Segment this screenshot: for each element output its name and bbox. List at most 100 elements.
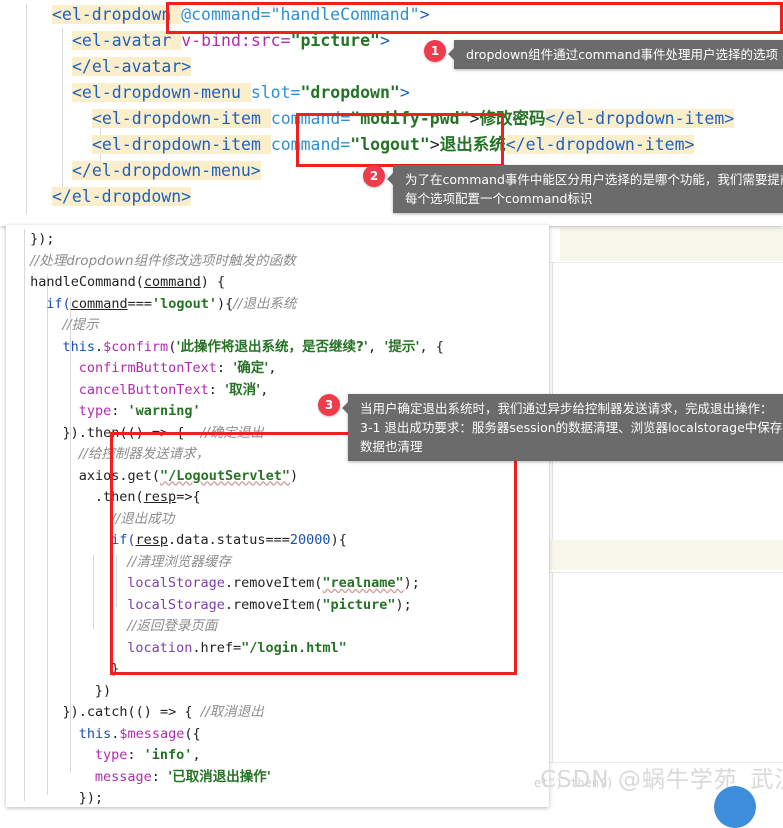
code-token: }); xyxy=(30,231,55,247)
code-token: //提示 xyxy=(62,317,99,333)
code-line: //返回登录页面 xyxy=(6,616,549,638)
code-token: //给控制器发送请求， xyxy=(78,446,210,462)
code-token: '已取消退出操作' xyxy=(168,768,271,785)
code-token: , xyxy=(192,747,201,763)
code-line: }).catch(() => { //取消退出 xyxy=(6,702,549,724)
code-token: message xyxy=(94,768,152,785)
code-token: .href= xyxy=(192,639,242,656)
code-token: location xyxy=(127,639,193,656)
code-line: message: '已取消退出操作' xyxy=(6,767,549,789)
code-token: : xyxy=(216,360,234,376)
code-token: ({ xyxy=(184,725,201,742)
code-token: : xyxy=(111,403,128,419)
code-line: .then(resp=>{ xyxy=(6,487,549,509)
code-token: > xyxy=(429,135,440,154)
code-token: <el-dropdown-menu xyxy=(72,83,251,102)
code-token: </el-dropdown> xyxy=(52,187,192,206)
code-token: $confirm xyxy=(103,338,169,355)
background-band xyxy=(560,228,783,261)
js-code-lines: }); //处理dropdown组件修改选项时触发的函数 handleCommand… xyxy=(6,229,549,807)
code-line: this.$message({ xyxy=(6,724,549,746)
code-token: > xyxy=(379,31,390,50)
code-token: //返回登录页面 xyxy=(127,618,218,634)
code-token: //退出成功 xyxy=(111,510,175,527)
code-token: "/LogoutServlet" xyxy=(159,467,291,484)
code-line: handleCommand(command) { xyxy=(6,272,549,294)
code-token: //退出系统 xyxy=(233,295,297,312)
code-token: .removeItem( xyxy=(224,575,323,591)
code-token: "/login.html" xyxy=(241,639,347,656)
code-token: 'info' xyxy=(143,747,193,763)
code-line: <el-dropdown-item command="modify-pwd">修… xyxy=(0,106,783,132)
callout-3: 3 当用户确定退出系统时，我们通过异步给控制器发送请求，完成退出操作： 3-1 退出… xyxy=(318,394,783,461)
code-token: command xyxy=(143,274,201,290)
code-line: //退出成功 xyxy=(6,509,549,531)
code-token: "realname" xyxy=(322,575,404,591)
code-token: , xyxy=(367,338,385,355)
code-token: cancelButtonText xyxy=(78,381,209,398)
avatar-circle xyxy=(714,786,756,828)
code-line: if(command==='logout'){//退出系统 xyxy=(6,294,549,316)
code-token: }) xyxy=(94,682,112,699)
code-token: ){ xyxy=(217,295,234,312)
code-token: > xyxy=(399,83,410,102)
callout-line: dropdown组件通过command事件处理用户选择的选项 xyxy=(466,47,779,62)
code-token: 'logout' xyxy=(151,295,218,312)
code-token: command= xyxy=(270,109,351,128)
code-token: </el-avatar> xyxy=(72,57,192,76)
code-token: confirmButtonText xyxy=(78,360,217,376)
code-token: 20000 xyxy=(289,532,331,548)
callout-1: 1 dropdown组件通过command事件处理用户选择的选项 xyxy=(424,40,783,69)
code-line: }) xyxy=(6,681,549,703)
callout-bubble-2: 为了在command事件中能区分用户选择的是哪个功能，我们需要提前给每个选项配置… xyxy=(387,165,783,213)
code-token: @command="handleCommand" xyxy=(181,5,420,24)
code-token: command xyxy=(70,295,128,312)
code-token: : xyxy=(127,747,144,763)
code-token: > xyxy=(419,5,430,24)
code-token: .get( xyxy=(119,467,160,484)
code-token: '确定' xyxy=(233,360,269,376)
code-token: 退出系统 xyxy=(439,135,506,154)
code-line: localStorage.removeItem("realname"); xyxy=(6,573,549,595)
code-token: ) xyxy=(290,467,299,484)
background-vline xyxy=(552,572,553,762)
code-token: </el-dropdown-menu> xyxy=(72,161,261,180)
code-line: }); xyxy=(6,788,549,807)
code-token: //清理浏览器缓存 xyxy=(127,553,231,570)
code-token: 'warning' xyxy=(127,403,201,419)
code-token: //处理dropdown组件修改选项时触发的函数 xyxy=(30,252,296,269)
background-band xyxy=(548,540,783,570)
code-token: .then( xyxy=(94,489,144,505)
code-token: <el-dropdown-item xyxy=(92,109,271,128)
code-token: .removeItem( xyxy=(224,596,323,613)
code-token: } xyxy=(111,661,120,677)
code-line: //处理dropdown组件修改选项时触发的函数 xyxy=(6,251,549,273)
code-token: , xyxy=(268,360,277,376)
code-line: <el-dropdown-item command="logout">退出系统<… xyxy=(0,132,783,158)
code-token: type xyxy=(94,747,128,763)
code-line: this.$confirm('此操作将退出系统，是否继续?', '提示', { xyxy=(6,337,549,359)
code-token: if( xyxy=(46,295,71,312)
code-token: localStorage xyxy=(127,596,225,613)
code-token: : xyxy=(151,768,169,785)
code-line: } xyxy=(6,659,549,681)
code-token: ) { xyxy=(200,274,226,290)
callout-line: 3-1 退出成功要求：服务器session的数据清理、浏览器localstora… xyxy=(360,420,783,454)
code-token: localStorage xyxy=(127,575,225,591)
code-token: ){ xyxy=(330,532,347,548)
callout-badge-1: 1 xyxy=(424,40,446,62)
code-token: $message xyxy=(119,725,185,742)
code-line: <el-dropdown @command="handleCommand"> xyxy=(0,2,783,28)
code-token: . xyxy=(95,338,104,355)
code-token: </el-dropdown-item> xyxy=(545,109,735,128)
code-token: if( xyxy=(111,532,136,548)
code-token: '取消' xyxy=(225,381,261,398)
code-token: .data.status=== xyxy=(168,532,290,548)
js-code-panel: }); //处理dropdown组件修改选项时触发的函数 handleCommand… xyxy=(6,225,549,807)
code-line: }); xyxy=(6,229,549,251)
code-token: "picture" xyxy=(290,31,380,50)
background-rule xyxy=(548,262,783,263)
callout-badge-3: 3 xyxy=(318,394,340,416)
code-line: localStorage.removeItem("picture"); xyxy=(6,595,549,617)
code-token: //取消退出 xyxy=(200,704,264,720)
